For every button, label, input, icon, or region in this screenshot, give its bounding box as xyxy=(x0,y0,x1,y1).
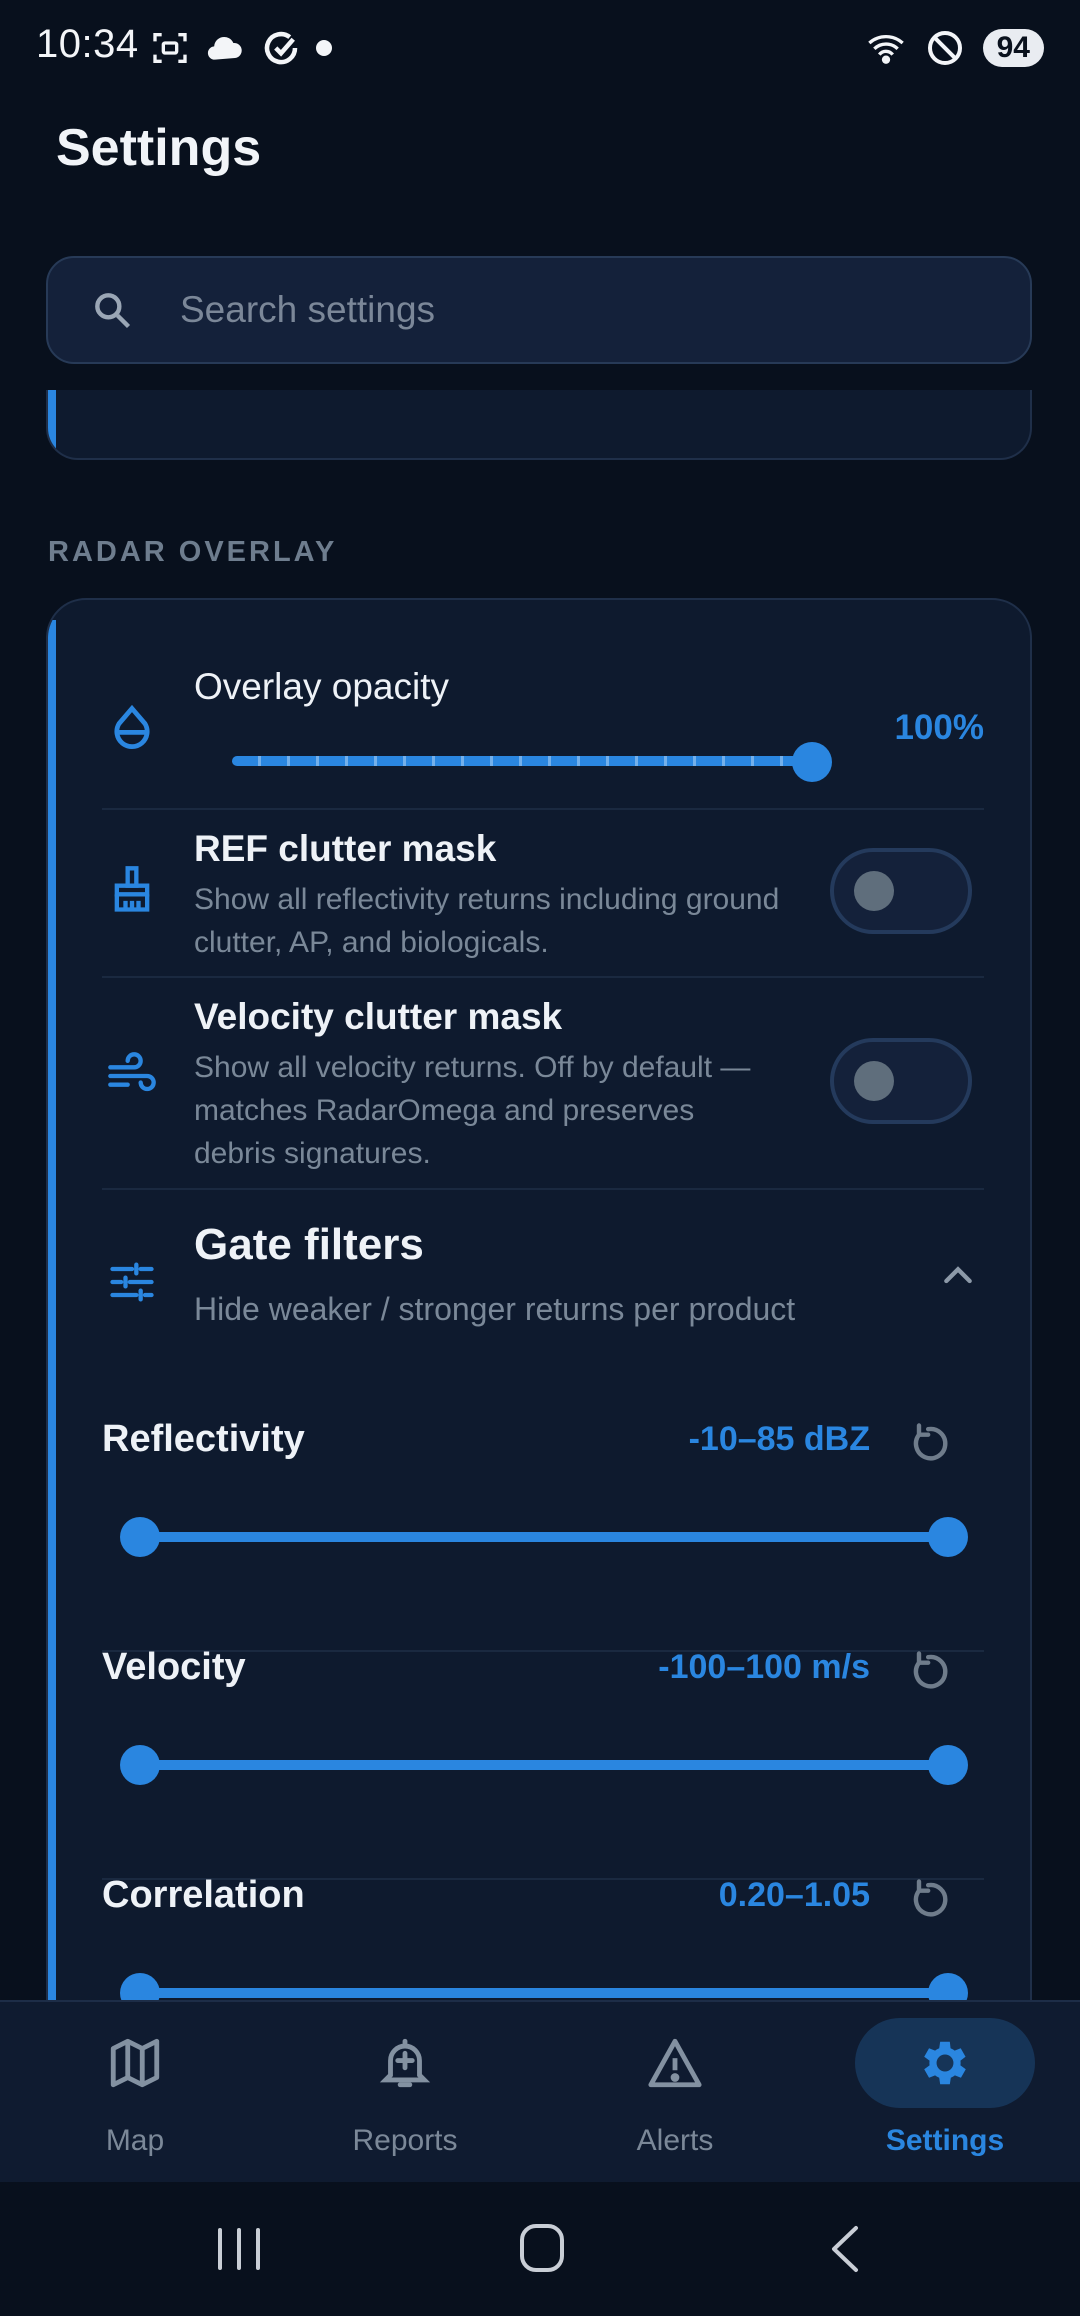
range-track xyxy=(140,1988,948,1998)
velocity-clutter-description: Show all velocity returns. Off by defaul… xyxy=(194,1051,751,1170)
reflectivity-label: Reflectivity xyxy=(102,1418,305,1460)
search-bar[interactable] xyxy=(46,256,1032,364)
wind-icon xyxy=(108,1052,156,1092)
map-icon xyxy=(110,2038,160,2088)
tune-sliders-icon xyxy=(110,1262,154,1302)
range-track xyxy=(140,1532,948,1542)
nav-icon-wrap xyxy=(585,2018,765,2108)
reset-icon[interactable] xyxy=(908,1876,952,1920)
wifi-icon xyxy=(867,35,904,64)
home-icon[interactable] xyxy=(518,2222,566,2274)
ref-clutter-title: REF clutter mask xyxy=(194,828,497,869)
system-navigation-bar xyxy=(0,2182,1080,2316)
velocity-clutter-title: Velocity clutter mask xyxy=(194,996,563,1037)
velocity-value: -100–100 m/s xyxy=(658,1648,870,1686)
nav-settings[interactable]: Settings xyxy=(810,2002,1080,2184)
gate-filters-title: Gate filters xyxy=(194,1220,424,1269)
nav-icon-wrap xyxy=(45,2018,225,2108)
do-not-disturb-icon xyxy=(927,31,962,65)
battery-icon: 94 xyxy=(982,29,1044,67)
gear-icon xyxy=(924,2041,966,2085)
reflectivity-value: -10–85 dBZ xyxy=(688,1420,870,1458)
nav-alerts[interactable]: Alerts xyxy=(540,2002,810,2184)
range-min-thumb[interactable] xyxy=(120,1745,160,1785)
range-max-thumb[interactable] xyxy=(928,1517,968,1557)
overlay-opacity-value: 100% xyxy=(894,708,984,747)
correlation-label: Correlation xyxy=(102,1874,305,1916)
reset-icon[interactable] xyxy=(908,1420,952,1464)
status-icons-right: 94 xyxy=(865,26,1044,70)
recent-apps-icon[interactable] xyxy=(214,2226,264,2272)
nav-icon-wrap-active xyxy=(855,2018,1035,2108)
overlay-opacity-thumb[interactable] xyxy=(792,742,832,782)
previous-settings-card xyxy=(46,390,1032,460)
range-min-thumb[interactable] xyxy=(120,1517,160,1557)
nav-settings-label: Settings xyxy=(885,2124,1005,2157)
back-icon[interactable] xyxy=(826,2224,866,2274)
cloud-icon xyxy=(207,36,242,60)
chevron-up-icon[interactable] xyxy=(938,1256,978,1296)
overlay-opacity-label: Overlay opacity xyxy=(194,666,449,707)
toggle-knob xyxy=(854,1061,894,1101)
ref-clutter-description: Show all reflectivity returns including … xyxy=(194,883,780,959)
status-time: 10:34 xyxy=(36,22,139,66)
nav-reports-label: Reports xyxy=(352,2124,458,2157)
radar-overlay-card: Overlay opacity 100% REF clutter mask Sh… xyxy=(46,598,1032,2098)
nav-icon-wrap xyxy=(315,2018,495,2108)
section-label: RADAR OVERLAY xyxy=(48,536,338,568)
velocity-label: Velocity xyxy=(102,1646,246,1688)
warning-triangle-icon xyxy=(648,2038,702,2088)
overlay-opacity-slider[interactable] xyxy=(232,730,832,790)
broom-icon xyxy=(114,866,150,912)
ref-clutter-toggle[interactable] xyxy=(830,848,972,934)
range-max-thumb[interactable] xyxy=(928,1745,968,1785)
nav-map-label: Map xyxy=(105,2124,165,2157)
page-title: Settings xyxy=(56,119,262,177)
dot-icon xyxy=(316,40,332,56)
card-accent-bar xyxy=(48,620,56,2096)
reset-icon[interactable] xyxy=(908,1648,952,1692)
opacity-drop-icon xyxy=(114,704,150,750)
nav-reports[interactable]: Reports xyxy=(270,2002,540,2184)
search-icon xyxy=(95,293,131,329)
gate-filters-description: Hide weaker / stronger returns per produ… xyxy=(194,1291,796,1327)
velocity-clutter-toggle[interactable] xyxy=(830,1038,972,1124)
screenshot-icon xyxy=(153,33,187,63)
status-icons-left xyxy=(150,26,332,70)
correlation-value: 0.20–1.05 xyxy=(718,1876,870,1914)
bell-plus-icon xyxy=(379,2038,431,2088)
range-track xyxy=(140,1760,948,1770)
search-input[interactable] xyxy=(178,288,942,332)
bottom-navigation: Map Reports Alerts Settings xyxy=(0,2000,1080,2184)
sync-icon xyxy=(264,31,298,65)
divider xyxy=(102,976,984,978)
toggle-knob xyxy=(854,871,894,911)
divider xyxy=(102,808,984,810)
nav-map[interactable]: Map xyxy=(0,2002,270,2184)
gate-filters-header[interactable]: Gate filters Hide weaker / stronger retu… xyxy=(48,1190,1030,1340)
nav-alerts-label: Alerts xyxy=(636,2124,714,2157)
